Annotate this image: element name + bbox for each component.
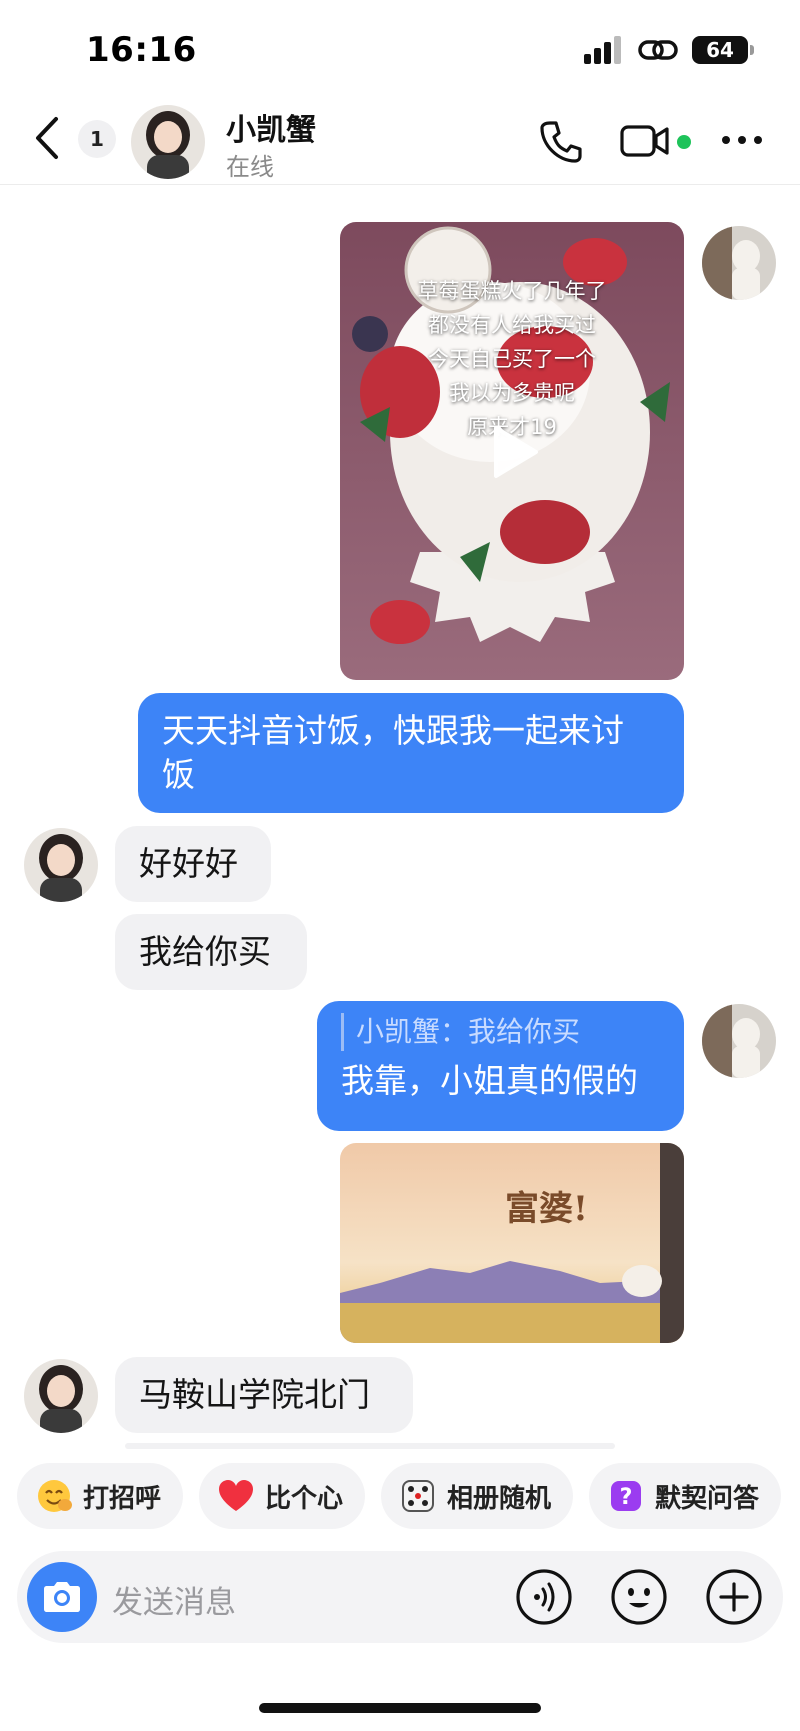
play-icon[interactable] — [486, 422, 542, 482]
home-indicator[interactable] — [259, 1703, 541, 1713]
chat-header: 1 小凯蟹 在线 — [0, 95, 800, 185]
battery-indicator: 64 — [692, 36, 754, 64]
camera-icon — [44, 1582, 80, 1612]
link-icon — [638, 40, 678, 60]
partial-message-edge — [125, 1443, 615, 1449]
sticker-message[interactable]: 富婆! — [340, 1143, 684, 1343]
quick-reply-dice[interactable]: 相册随机 — [381, 1463, 574, 1529]
received-message[interactable]: 我给你买 — [115, 914, 307, 990]
status-time: 16:16 — [86, 30, 197, 70]
received-message[interactable]: 马鞍山学院北门 — [115, 1357, 413, 1433]
contact-message-avatar[interactable] — [24, 1359, 98, 1433]
video-message[interactable]: 草莓蛋糕火了几年了 都没有人给我买过 今天自己买了一个 我以为多贵呢 原来才19 — [340, 222, 684, 680]
contact-message-avatar[interactable] — [24, 828, 98, 902]
quick-reply-heart[interactable]: 比个心 — [199, 1463, 366, 1529]
received-message[interactable]: 好好好 — [115, 826, 271, 902]
camera-button[interactable] — [27, 1562, 97, 1632]
svg-text:?: ? — [620, 1485, 633, 1510]
quick-reply-bar: 打招呼 比个心 相册随机 ? 默契问答 — [17, 1463, 782, 1529]
sent-message-with-quote[interactable]: 小凯蟹：我给你买 我靠，小姐真的假的 — [317, 1001, 684, 1131]
more-icon[interactable] — [720, 125, 764, 155]
back-icon[interactable] — [28, 113, 68, 163]
voice-icon[interactable] — [515, 1568, 573, 1626]
question-icon: ? — [607, 1477, 645, 1515]
plus-icon[interactable] — [705, 1568, 763, 1626]
sent-message[interactable]: 天天抖音讨饭，快跟我一起来讨 饭 — [138, 693, 684, 813]
video-caption: 草莓蛋糕火了几年了 都没有人给我买过 今天自己买了一个 我以为多贵呢 原来才19 — [417, 279, 607, 439]
message-input[interactable]: 发送消息 — [112, 1577, 236, 1622]
dice-icon — [399, 1477, 437, 1515]
message-input-bar: 发送消息 — [17, 1551, 783, 1643]
unread-badge[interactable]: 1 — [78, 120, 116, 158]
status-icons: 64 — [584, 36, 754, 64]
wave-emoji-icon — [35, 1477, 73, 1515]
contact-avatar[interactable] — [131, 105, 205, 179]
quick-reply-question[interactable]: ? 默契问答 — [589, 1463, 782, 1529]
heart-icon — [217, 1477, 255, 1515]
status-bar: 16:16 64 — [0, 0, 800, 100]
sticker-text: 富婆! — [505, 1189, 588, 1229]
signal-icon — [584, 36, 621, 64]
contact-name[interactable]: 小凯蟹 — [226, 105, 316, 149]
my-avatar[interactable] — [702, 1004, 776, 1078]
quick-reply-wave[interactable]: 打招呼 — [17, 1463, 184, 1529]
quoted-message: 小凯蟹：我给你买 — [341, 1013, 660, 1051]
emoji-icon[interactable] — [610, 1568, 668, 1626]
my-avatar[interactable] — [702, 226, 776, 300]
phone-icon[interactable] — [538, 119, 584, 165]
video-call-icon[interactable] — [620, 121, 670, 161]
online-dot — [677, 135, 691, 149]
contact-status: 在线 — [226, 153, 274, 181]
